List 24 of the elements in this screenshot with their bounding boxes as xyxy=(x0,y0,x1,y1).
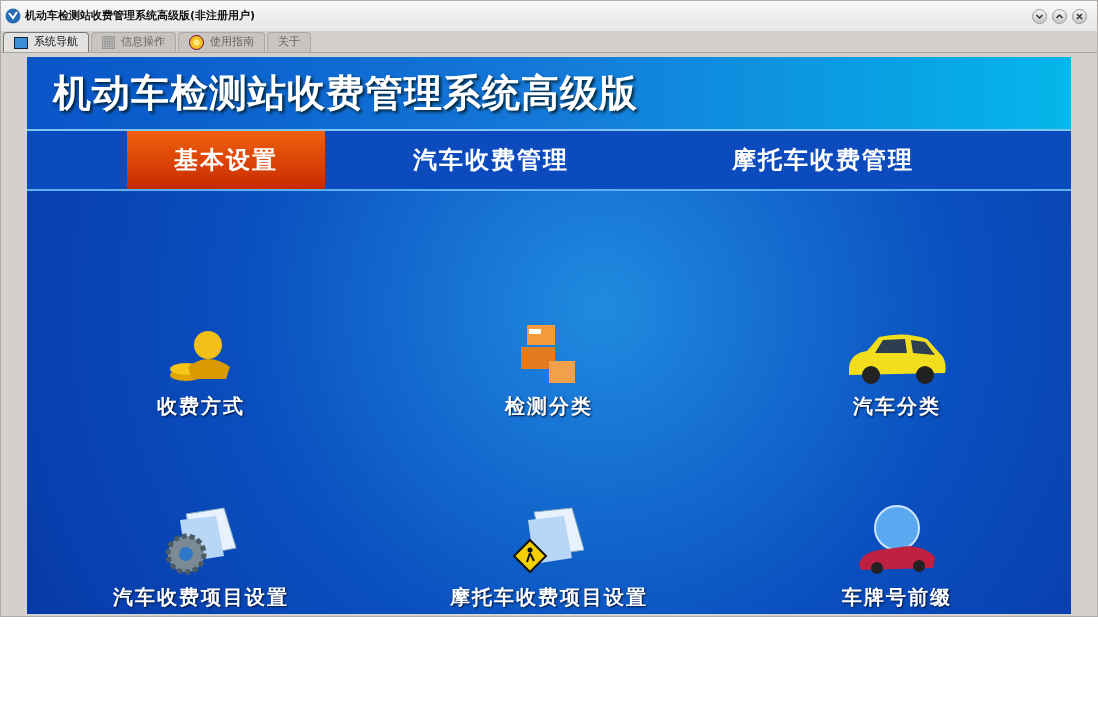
tab[interactable]: 系统导航 xyxy=(3,32,89,52)
nav-tab[interactable]: 摩托车收费管理 xyxy=(657,131,989,189)
help-icon xyxy=(189,35,204,50)
feature-tile[interactable]: 摩托车收费项目设置 xyxy=(375,422,723,614)
app-logo-icon xyxy=(5,8,21,24)
tab[interactable]: 信息操作 xyxy=(91,32,176,52)
minimize-button[interactable] xyxy=(1032,8,1047,24)
chevron-up-icon xyxy=(1055,11,1064,21)
grid-icon xyxy=(102,36,115,49)
close-button[interactable] xyxy=(1072,8,1087,24)
monitor-icon xyxy=(14,36,28,49)
banner-title: 机动车检测站收费管理系统高级版 xyxy=(53,69,638,117)
feature-tile[interactable]: 车牌号前缀 xyxy=(723,422,1071,614)
tab[interactable]: 关于 xyxy=(267,32,311,52)
tab[interactable]: 使用指南 xyxy=(178,32,265,52)
nav-tab[interactable]: 基本设置 xyxy=(127,131,325,189)
maximize-button[interactable] xyxy=(1052,8,1067,24)
window-title: 机动车检测站收费管理系统高级版(非注册用户) xyxy=(25,7,256,24)
feature-tile[interactable]: 收费方式 xyxy=(27,231,375,423)
feature-tile[interactable]: 检测分类 xyxy=(375,231,723,423)
close-icon xyxy=(1075,11,1084,21)
nav-tab[interactable]: 汽车收费管理 xyxy=(325,131,657,189)
feature-tile[interactable]: 汽车分类 xyxy=(723,231,1071,423)
feature-tile[interactable]: 汽车收费项目设置 xyxy=(27,422,375,614)
